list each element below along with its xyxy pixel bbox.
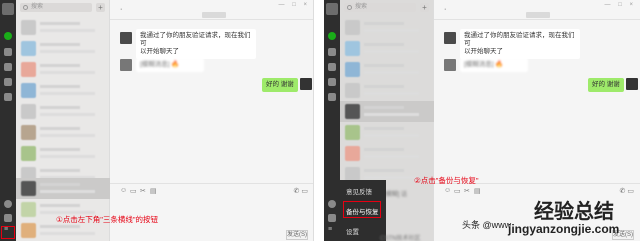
emoji-icon[interactable]: ☺ bbox=[120, 187, 127, 194]
list-item-selected[interactable] bbox=[16, 178, 110, 199]
incoming-line-1: 我通过了你的朋友验证请求，现在我们可 bbox=[464, 32, 575, 47]
list-item[interactable] bbox=[340, 143, 434, 164]
chat-history-icon[interactable]: ▤ bbox=[474, 187, 481, 195]
my-avatar bbox=[300, 78, 312, 90]
input-toolbar: ☺ ▭ ✂ ▤ ✆ ▭ bbox=[110, 183, 313, 195]
right-user-avatar[interactable] bbox=[326, 3, 338, 15]
list-item-selected[interactable] bbox=[340, 101, 434, 122]
list-item[interactable] bbox=[16, 80, 110, 101]
backup-restore-highlight bbox=[343, 201, 381, 218]
left-chat-panel: · — □ × 我通过了你的朋友验证请求，现在我们可 以开始聊天了 [模糊消息]… bbox=[110, 0, 313, 241]
watermark-small: 头条 @www bbox=[462, 220, 512, 230]
left-side-rail: ≡ bbox=[0, 0, 16, 241]
my-avatar bbox=[626, 78, 638, 90]
left-search-input[interactable]: 搜索 bbox=[20, 3, 92, 12]
list-item[interactable] bbox=[16, 59, 110, 80]
step-2-annotation: ②点击"备份与恢复" bbox=[414, 176, 479, 185]
blurred-message: [模糊消息] 🔥 bbox=[460, 58, 528, 72]
scissors-icon[interactable]: ✂ bbox=[464, 187, 470, 195]
left-moments-icon[interactable] bbox=[4, 93, 12, 101]
chat-title: · bbox=[444, 6, 447, 13]
window-controls[interactable]: — □ × bbox=[605, 2, 636, 8]
step-1-annotation: ①点击左下角"三条横线"的按钮 bbox=[56, 215, 159, 224]
hamburger-menu-icon[interactable]: ≡ bbox=[328, 227, 332, 233]
blurred-message: [模糊消息] 🔥 bbox=[136, 58, 204, 72]
folder-icon[interactable]: ▭ bbox=[454, 187, 461, 195]
emoji-icon[interactable]: ☺ bbox=[444, 187, 451, 194]
call-icons[interactable]: ✆ ▭ bbox=[620, 187, 634, 195]
watermark-url: jingyanzongjie.com bbox=[508, 222, 620, 236]
contact-avatar bbox=[444, 59, 456, 71]
right-side-rail: ≡ bbox=[324, 0, 340, 241]
chat-title: · bbox=[120, 6, 123, 13]
list-item[interactable] bbox=[340, 17, 434, 38]
left-favorites-icon[interactable] bbox=[4, 63, 12, 71]
scissors-icon[interactable]: ✂ bbox=[140, 187, 146, 195]
watermark-brand: 经验总结 bbox=[534, 195, 614, 224]
timestamp bbox=[202, 12, 226, 18]
hamburger-menu-icon[interactable]: ≡ bbox=[4, 226, 12, 236]
right-favorites-icon[interactable] bbox=[328, 63, 336, 71]
search-placeholder: 搜索 bbox=[355, 4, 368, 10]
bottom-blur-text: CSTN技术社区 bbox=[380, 236, 421, 241]
incoming-message: 我通过了你的朋友验证请求，现在我们可 以开始聊天了 bbox=[460, 29, 580, 59]
left-chat-list: 搜索 + bbox=[16, 0, 110, 241]
list-item[interactable] bbox=[16, 17, 110, 38]
send-button[interactable]: 发送(S) bbox=[286, 230, 308, 240]
call-icons[interactable]: ✆ ▭ bbox=[294, 187, 308, 195]
list-item[interactable] bbox=[340, 122, 434, 143]
right-miniprogram-icon[interactable] bbox=[328, 200, 336, 208]
left-user-avatar[interactable] bbox=[2, 3, 14, 15]
right-phone-icon[interactable] bbox=[328, 214, 336, 222]
incoming-message: 我通过了你的朋友验证请求，现在我们可 以开始聊天了 bbox=[136, 29, 256, 59]
incoming-line-2: 以开始聊天了 bbox=[464, 48, 503, 55]
folder-icon[interactable]: ▭ bbox=[130, 187, 137, 195]
search-icon bbox=[23, 5, 28, 10]
list-item[interactable] bbox=[340, 59, 434, 80]
right-wechat-window: ≡ 搜索 + [模糊] 话 意见反馈 备份与恢复 设置 · — □ × 我通过了… bbox=[324, 0, 640, 241]
list-item[interactable] bbox=[16, 38, 110, 59]
contact-avatar bbox=[120, 59, 132, 71]
left-add-button[interactable]: + bbox=[96, 3, 105, 12]
incoming-line-1: 我通过了你的朋友验证请求，现在我们可 bbox=[140, 32, 251, 47]
left-wechat-window: ≡ 搜索 + · — □ × 我通过了你的朋友验证请求，现在我们可 以开始聊天了 bbox=[0, 0, 314, 241]
right-add-button[interactable]: + bbox=[420, 3, 429, 12]
outgoing-message: 好的 谢谢 bbox=[588, 78, 624, 92]
list-item[interactable] bbox=[16, 101, 110, 122]
left-miniprogram-icon[interactable] bbox=[4, 200, 12, 208]
search-icon bbox=[347, 5, 352, 10]
window-controls[interactable]: — □ × bbox=[279, 2, 310, 8]
right-moments-icon[interactable] bbox=[328, 93, 336, 101]
list-item[interactable] bbox=[16, 143, 110, 164]
left-files-icon[interactable] bbox=[4, 78, 12, 86]
list-item[interactable] bbox=[16, 122, 110, 143]
menu-item-settings[interactable]: 设置 bbox=[346, 226, 359, 236]
list-item[interactable] bbox=[340, 38, 434, 59]
left-contacts-icon[interactable] bbox=[4, 48, 12, 56]
incoming-line-2: 以开始聊天了 bbox=[140, 48, 179, 55]
search-placeholder: 搜索 bbox=[31, 4, 44, 10]
right-contacts-icon[interactable] bbox=[328, 48, 336, 56]
left-chat-icon[interactable] bbox=[4, 32, 12, 40]
timestamp bbox=[526, 12, 550, 18]
menu-side-hint: [模糊] 话 bbox=[384, 192, 408, 198]
chat-history-icon[interactable]: ▤ bbox=[150, 187, 157, 195]
left-phone-icon[interactable] bbox=[4, 214, 12, 222]
contact-avatar bbox=[120, 32, 132, 44]
right-search-input[interactable]: 搜索 bbox=[344, 3, 416, 12]
right-chat-icon[interactable] bbox=[328, 32, 336, 40]
menu-item-feedback[interactable]: 意见反馈 bbox=[346, 186, 372, 196]
watermark-brand-text: 经验总结 bbox=[534, 201, 614, 223]
outgoing-message: 好的 谢谢 bbox=[262, 78, 298, 92]
right-files-icon[interactable] bbox=[328, 78, 336, 86]
list-item[interactable] bbox=[340, 80, 434, 101]
contact-avatar bbox=[444, 32, 456, 44]
